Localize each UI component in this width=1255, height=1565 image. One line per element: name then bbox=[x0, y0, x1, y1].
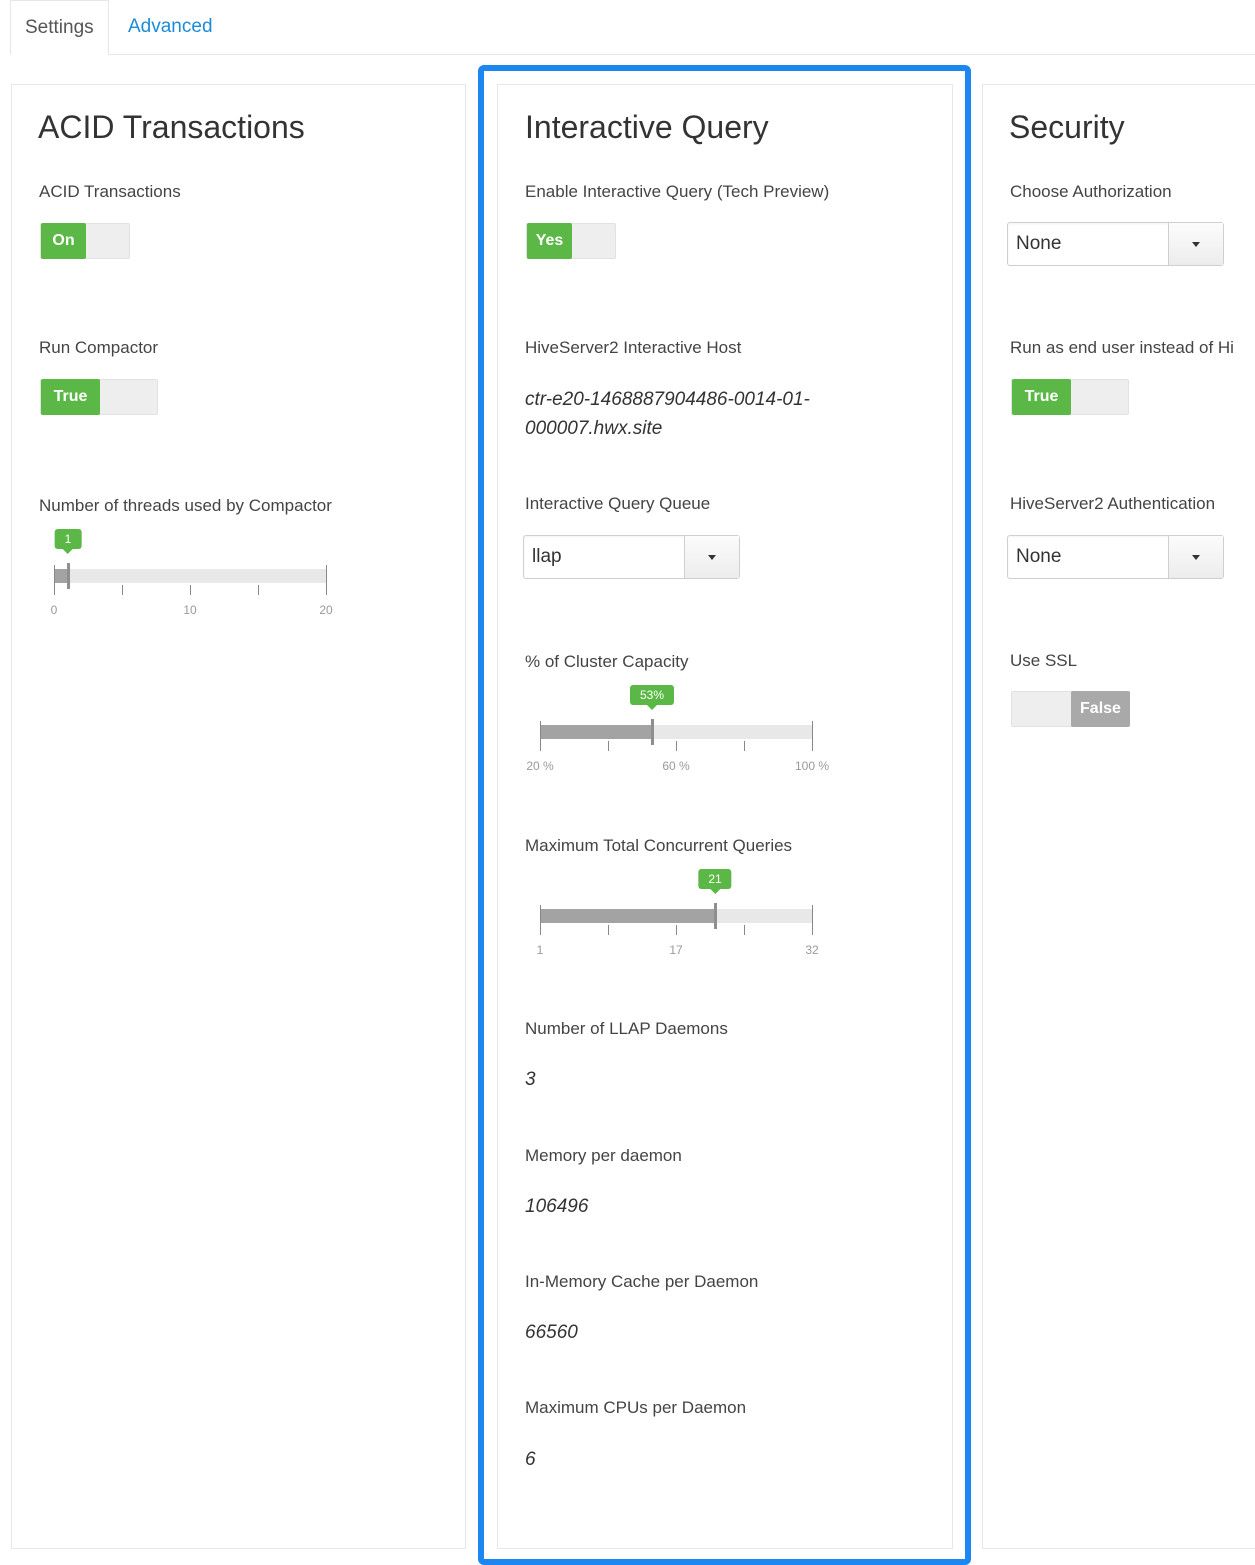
toggle-true-knob[interactable]: True bbox=[1012, 379, 1071, 415]
slider-tick-label: 0 bbox=[50, 603, 58, 617]
select-value: None bbox=[1016, 546, 1062, 567]
run-compactor-label: Run Compactor bbox=[39, 338, 159, 357]
slider-track[interactable] bbox=[54, 569, 326, 583]
slider-fill bbox=[54, 569, 68, 583]
security-panel: Security Choose Authorization None Run a… bbox=[982, 84, 1255, 1549]
slider-value-badge: 1 bbox=[54, 529, 82, 554]
run-compactor-toggle[interactable]: True bbox=[40, 379, 158, 415]
slider-tick bbox=[190, 585, 191, 595]
slider-handle[interactable] bbox=[67, 563, 70, 589]
acid-transactions-label: ACID Transactions bbox=[39, 182, 181, 201]
slider-tick-label: 10 bbox=[183, 603, 197, 617]
choose-authorization-label: Choose Authorization bbox=[1010, 182, 1172, 201]
caret-down-icon bbox=[1192, 242, 1200, 247]
dropdown-button[interactable] bbox=[1168, 223, 1223, 265]
dropdown-button[interactable] bbox=[1168, 536, 1223, 578]
slider-tick bbox=[326, 565, 327, 595]
panel-title: ACID Transactions bbox=[38, 109, 305, 145]
hs2-authentication-select[interactable]: None bbox=[1007, 535, 1224, 579]
toggle-false-knob[interactable]: False bbox=[1071, 691, 1130, 727]
acid-transactions-toggle[interactable]: On bbox=[40, 223, 130, 259]
tab-bar: Settings Advanced bbox=[10, 0, 1255, 55]
slider-tick bbox=[258, 585, 259, 595]
use-ssl-label: Use SSL bbox=[1010, 651, 1078, 670]
slider-tick bbox=[54, 565, 55, 595]
slider-tick bbox=[122, 585, 123, 595]
hs2-authentication-label: HiveServer2 Authentication bbox=[1010, 494, 1216, 513]
tab-settings[interactable]: Settings bbox=[10, 0, 109, 55]
run-as-end-user-toggle[interactable]: True bbox=[1011, 379, 1129, 415]
use-ssl-toggle[interactable]: False bbox=[1011, 691, 1130, 727]
run-as-end-user-label: Run as end user instead of Hi bbox=[1010, 338, 1234, 357]
panel-title: Security bbox=[1009, 109, 1125, 145]
tab-advanced[interactable]: Advanced bbox=[114, 0, 227, 54]
compactor-threads-label: Number of threads used by Compactor bbox=[39, 496, 332, 515]
toggle-true-knob[interactable]: True bbox=[41, 379, 100, 415]
slider-tick-label: 20 bbox=[319, 603, 333, 617]
authorization-select[interactable]: None bbox=[1007, 222, 1224, 266]
focus-highlight-frame bbox=[478, 65, 971, 1565]
toggle-on-knob[interactable]: On bbox=[41, 223, 86, 259]
acid-transactions-panel: ACID Transactions ACID Transactions On R… bbox=[11, 84, 466, 1549]
caret-down-icon bbox=[1192, 555, 1200, 560]
select-value: None bbox=[1016, 233, 1062, 254]
